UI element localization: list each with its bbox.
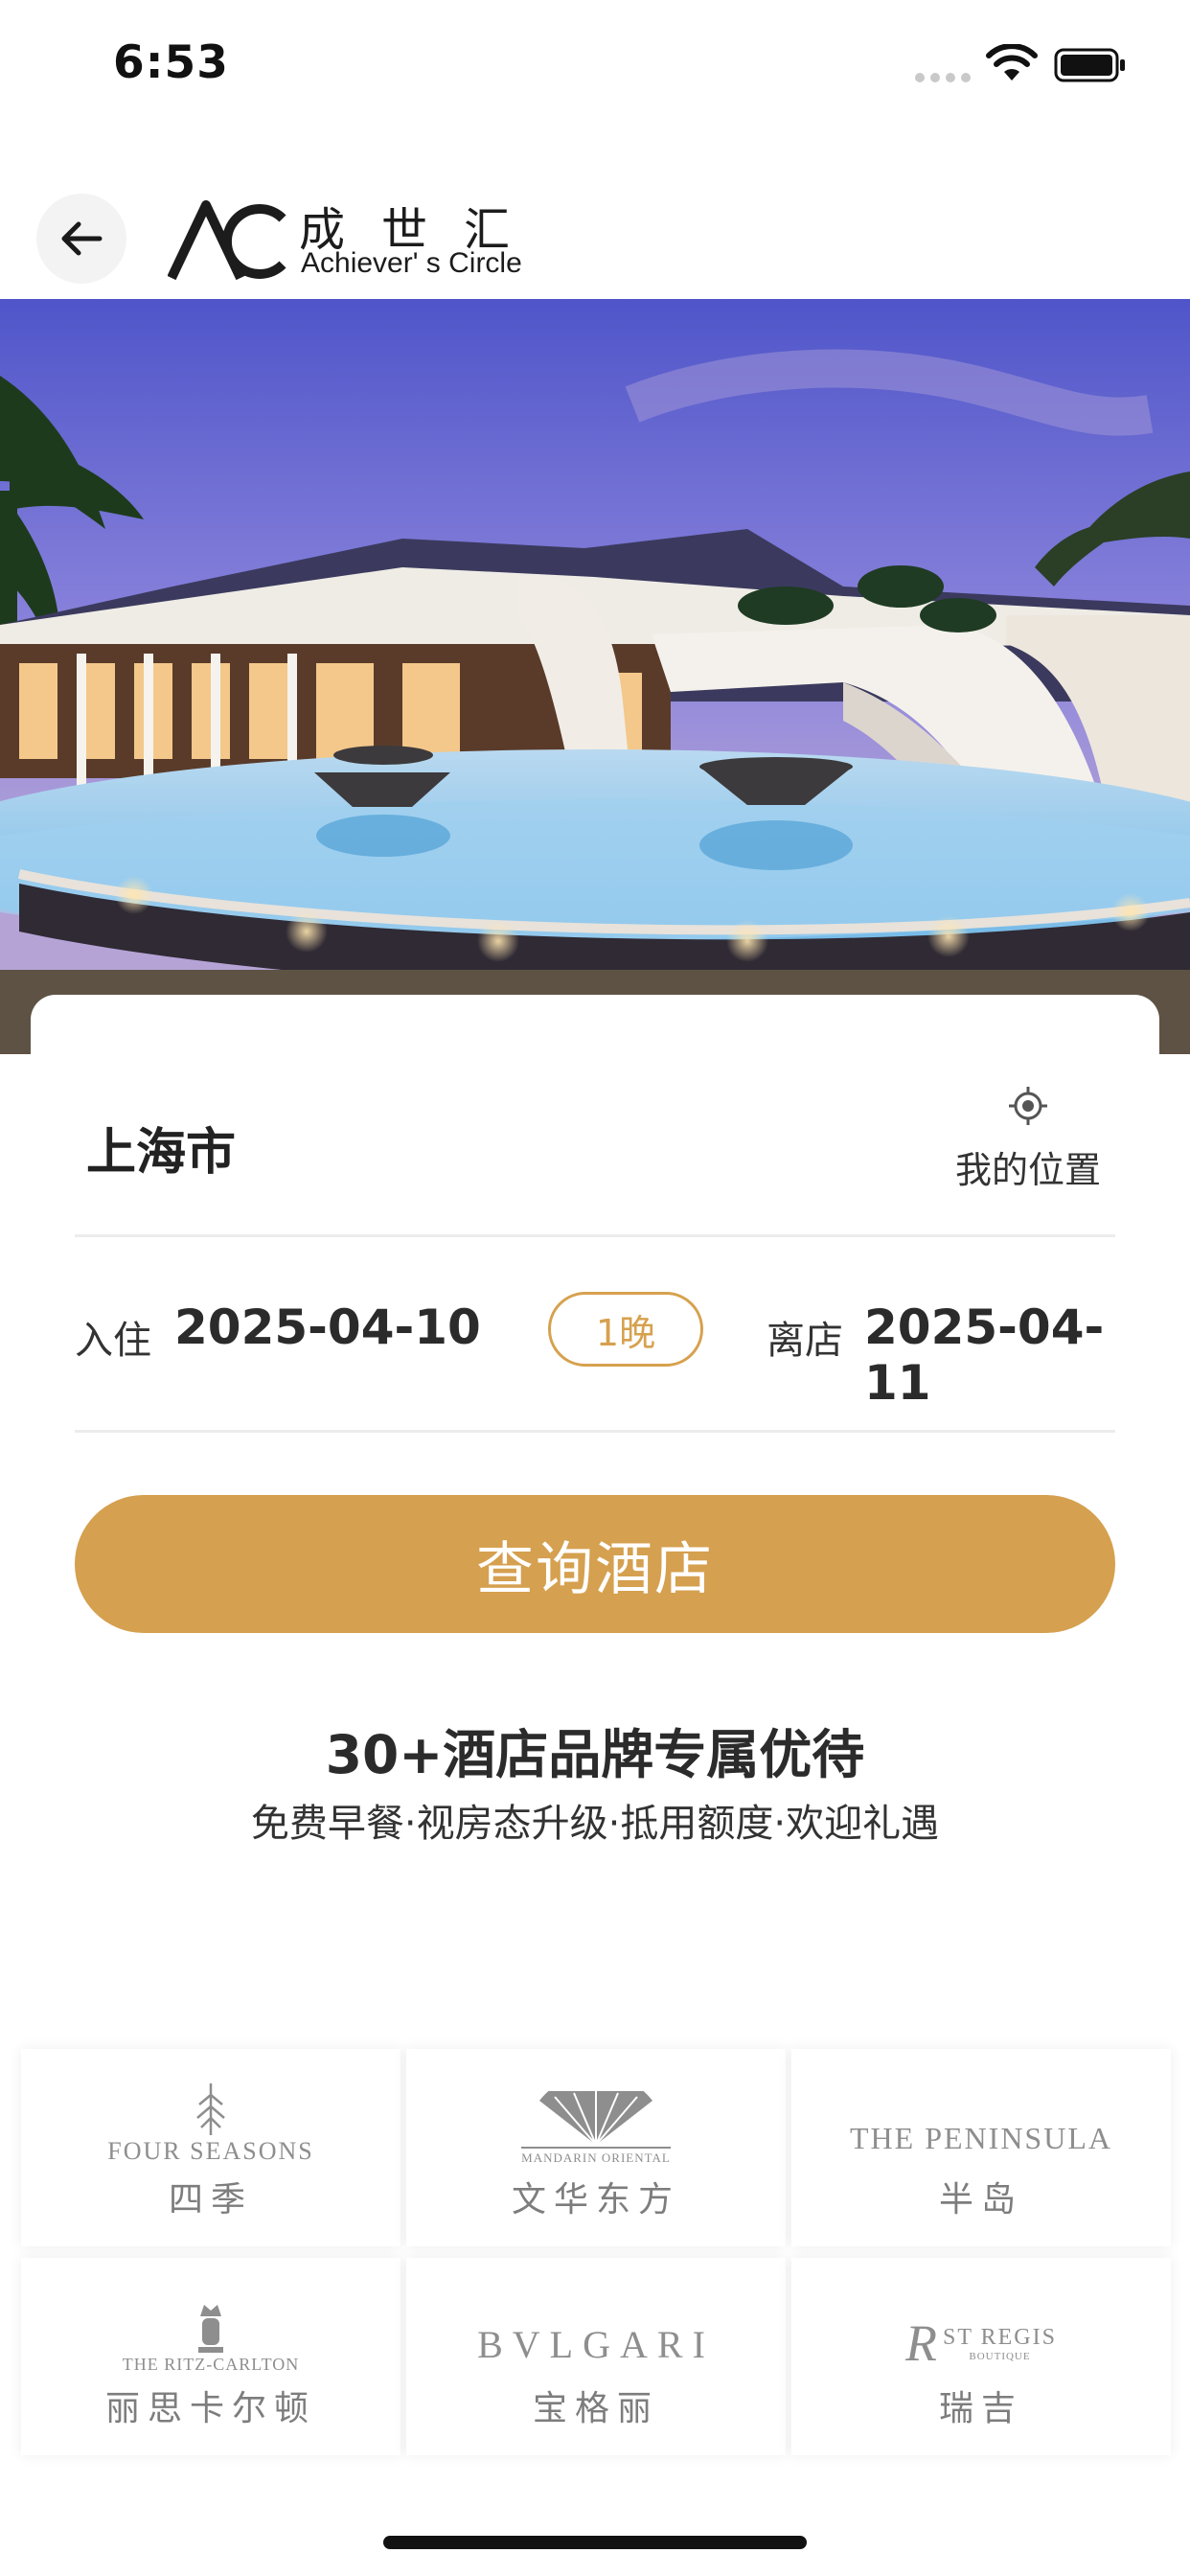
checkin-label: 入住 [75,1319,151,1363]
divider [75,1430,1115,1433]
nights-badge: 1晚 [548,1292,703,1367]
brand-name: 四季 [168,2180,253,2220]
brand-tile-ritz-carlton[interactable]: THE RITZ-CARLTON 丽思卡尔顿 [21,2258,400,2455]
ritz-lion-crest-icon [198,2305,223,2353]
search-card: 上海市 我的位置 入住 2025-04-10 1晚 离店 2025-04-11 … [31,995,1159,1666]
brand-tile-four-seasons[interactable]: FOUR SEASONS 四季 [21,2049,400,2246]
st-regis-monogram-icon: R [905,2314,938,2372]
st-regis-logo: R ST REGIS BOUTIQUE [905,2317,1057,2369]
brand-name: 半岛 [938,2180,1023,2220]
brand-tile-bvlgari[interactable]: BVLGARI 宝格丽 [406,2258,786,2455]
brand-tile-st-regis[interactable]: R ST REGIS BOUTIQUE 瑞吉 [791,2258,1171,2455]
brand-name: 丽思卡尔顿 [104,2389,316,2428]
brand-logo-text: MANDARIN ORIENTAL [521,2147,671,2166]
brand-logo-text: THE RITZ-CARLTON [122,2355,300,2374]
brand-logo-text: ST REGIS [943,2324,1057,2350]
battery-icon [1054,48,1125,82]
checkout-label: 离店 [767,1319,843,1363]
brand-name: 宝格丽 [532,2389,659,2428]
status-bar: 6:53 [0,0,1190,134]
checkout-date[interactable]: 2025-04-11 [864,1300,1119,1411]
brand-logo-text: FOUR SEASONS [107,2137,314,2165]
brand-logo-subtext: BOUTIQUE [969,2350,1031,2362]
status-time: 6:53 [113,36,229,89]
brand-tile-peninsula[interactable]: THE PENINSULA 半岛 [791,2049,1171,2246]
brand-name-en: Achiever' s Circle [301,247,522,279]
brand-tile-mandarin-oriental[interactable]: MANDARIN ORIENTAL 文华东方 [406,2049,786,2246]
search-hotels-button[interactable]: 查询酒店 [75,1495,1115,1633]
cellular-signal-icon [915,73,971,82]
mandarin-fan-icon [539,2091,652,2146]
promo-title: 30+酒店品牌专属优待 [325,1724,865,1785]
date-selector[interactable]: 入住 2025-04-10 1晚 离店 2025-04-11 [75,1292,1119,1411]
city-selector[interactable]: 上海市 [86,1112,236,1184]
wifi-icon [986,44,1038,80]
brand-name: 瑞吉 [938,2389,1023,2428]
brand-logo-icon [168,200,286,281]
checkin-date[interactable]: 2025-04-10 [174,1300,481,1355]
my-location-label: 我的位置 [954,1149,1101,1191]
brand-grid: FOUR SEASONS 四季 MANDARIN ORIENTAL 文华东方 T… [21,2049,1171,2455]
brand-logo-text: THE PENINSULA [850,2121,1112,2155]
brand-logo-text: BVLGARI [477,2323,715,2366]
location-target-icon [1009,1087,1047,1125]
home-indicator[interactable] [383,2536,807,2549]
arrow-left-icon [61,221,103,256]
back-button[interactable] [36,194,126,284]
promo-subtitle: 免费早餐·视房态升级·抵用额度·欢迎礼遇 [250,1802,940,1846]
header: 成世汇 Achiever' s Circle [0,134,1190,299]
four-seasons-tree-icon [196,2083,225,2135]
divider [75,1234,1115,1237]
brand-name: 文华东方 [511,2180,680,2220]
my-location-button[interactable]: 我的位置 [947,1085,1110,1193]
hero-image [0,299,1190,1054]
